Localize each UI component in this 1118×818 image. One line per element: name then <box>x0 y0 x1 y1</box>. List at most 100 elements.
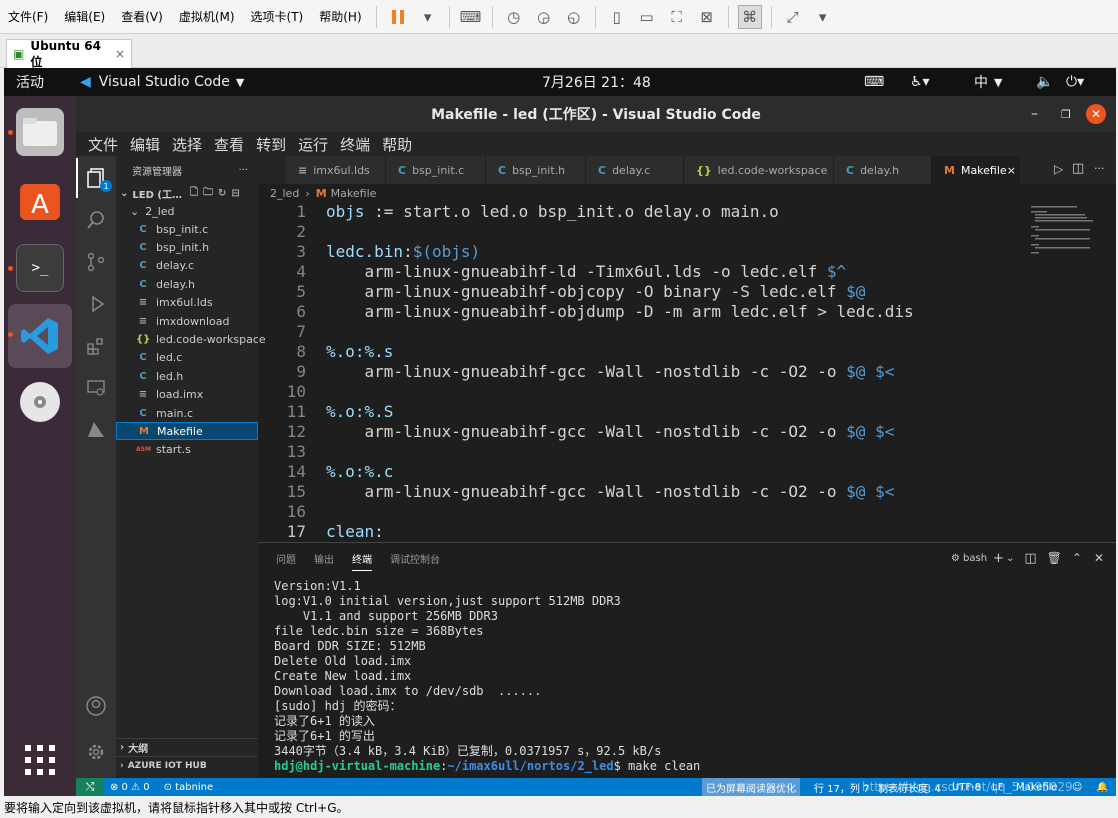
terminal-shell-select[interactable]: bash <box>963 553 987 564</box>
breadcrumb-file[interactable]: Makefile <box>331 187 377 200</box>
remote-explorer-icon[interactable] <box>76 368 116 408</box>
refresh-icon[interactable]: ↻ <box>218 188 226 199</box>
file-item[interactable]: ≡ load.imx <box>116 386 258 404</box>
pause-icon[interactable] <box>386 5 410 29</box>
menu-edit[interactable]: 编辑 <box>124 134 166 155</box>
run-debug-icon[interactable] <box>76 284 116 324</box>
dvd-drive-icon[interactable] <box>16 378 64 426</box>
file-item[interactable]: Cbsp_init.h <box>116 238 258 256</box>
snapshot-manager-icon[interactable]: ◵ <box>562 5 586 29</box>
menu-help[interactable]: 帮助 <box>376 134 418 155</box>
new-file-icon[interactable]: 🗋 <box>190 185 198 202</box>
new-folder-icon[interactable]: 🗀 <box>203 185 213 202</box>
editor-tab[interactable]: M Makefile × <box>932 156 1020 184</box>
chevron-up-icon[interactable]: ⌃ <box>1072 551 1082 565</box>
file-item[interactable]: Cled.c <box>116 349 258 367</box>
file-item[interactable]: Cled.h <box>116 367 258 385</box>
editor-tab[interactable]: {} led.code-workspace <box>684 156 834 184</box>
close-icon[interactable]: × <box>1007 164 1016 177</box>
notifications-icon[interactable]: 🔔 <box>1096 782 1108 793</box>
outline-section[interactable]: › 大纲 <box>116 738 258 756</box>
run-icon[interactable]: ▷ <box>1054 162 1063 176</box>
extensions-icon[interactable] <box>76 326 116 366</box>
breadcrumb-folder[interactable]: 2_led <box>270 187 299 200</box>
settings-gear-icon[interactable] <box>76 732 116 772</box>
app-menu[interactable]: Visual Studio Code <box>99 74 230 90</box>
editor-tab[interactable]: Cdelay.h <box>834 156 932 184</box>
close-icon[interactable]: × <box>115 47 125 61</box>
file-item[interactable]: Cmain.c <box>116 404 258 422</box>
tab-terminal[interactable]: 终端 <box>352 551 372 571</box>
more-actions-icon[interactable]: ··· <box>238 165 248 176</box>
source-control-icon[interactable] <box>76 242 116 282</box>
send-ctrl-alt-del-icon[interactable]: ⌨ <box>459 5 483 29</box>
chevron-down-icon[interactable]: ▼ <box>236 76 244 89</box>
menu-run[interactable]: 运行 <box>292 134 334 155</box>
unity-icon[interactable]: ⊠ <box>695 5 719 29</box>
collapse-all-icon[interactable]: ⊟ <box>231 188 239 199</box>
files-app-icon[interactable] <box>16 108 64 156</box>
trash-icon[interactable]: 🗑 <box>1047 551 1062 565</box>
menu-terminal[interactable]: 终端 <box>334 134 376 155</box>
tabnine-status[interactable]: ⊙ tabnine <box>164 782 214 793</box>
power-icon[interactable]: ⏻▾ <box>1066 74 1084 90</box>
vm-menu-edit[interactable]: 编辑(E) <box>56 8 113 25</box>
split-terminal-icon[interactable]: ◫ <box>1024 551 1036 566</box>
keyboard-icon[interactable]: ⌨ <box>864 74 884 90</box>
editor-tab[interactable]: Cbsp_init.h <box>486 156 586 184</box>
fullscreen-icon[interactable]: ⛶ <box>665 5 689 29</box>
menu-file[interactable]: 文件 <box>82 134 124 155</box>
terminal-app-icon[interactable]: >_ <box>16 244 64 292</box>
file-item[interactable]: Cdelay.c <box>116 257 258 275</box>
minimize-icon[interactable]: – <box>1031 106 1038 122</box>
workspace-root[interactable]: ⌄ LED (工… 🗋 🗀 ↻ ⊟ <box>116 184 258 202</box>
input-method[interactable]: 中 <box>974 72 988 92</box>
file-item[interactable]: {} led.code-workspace <box>116 330 266 348</box>
volume-icon[interactable]: 🔈 <box>1036 74 1053 90</box>
chevron-down-icon[interactable]: ▾ <box>811 5 835 29</box>
accessibility-icon[interactable]: ♿▾ <box>910 74 930 90</box>
tab-debug-console[interactable]: 调试控制台 <box>390 551 440 566</box>
software-app-icon[interactable]: A <box>16 176 64 224</box>
vm-menu-vm[interactable]: 虚拟机(M) <box>171 8 243 25</box>
remote-indicator-icon[interactable]: ⤭ <box>76 778 104 796</box>
file-item[interactable]: ≡ imxdownload <box>116 312 258 330</box>
editor-tab[interactable]: Cdelay.c <box>586 156 684 184</box>
vm-menu-help[interactable]: 帮助(H) <box>311 8 369 25</box>
vm-tab-ubuntu[interactable]: ▣ Ubuntu 64 位 × <box>6 39 132 69</box>
menu-view[interactable]: 查看 <box>208 134 250 155</box>
activities-button[interactable]: 活动 <box>16 72 76 92</box>
feedback-icon[interactable]: ☺ <box>1072 782 1082 793</box>
clock[interactable]: 7月26日 21：48 <box>542 72 651 92</box>
editor-tab[interactable]: Cbsp_init.c <box>386 156 486 184</box>
maximize-icon[interactable]: ❐ <box>1061 108 1071 121</box>
vm-menu-view[interactable]: 查看(V) <box>113 8 171 25</box>
screen-reader-status[interactable]: 已为屏幕阅读器优化 <box>702 778 800 796</box>
editor-tab[interactable]: ≡ imx6ul.lds <box>286 156 386 184</box>
revert-snapshot-icon[interactable]: ◶ <box>532 5 556 29</box>
file-item[interactable]: M Makefile <box>116 422 258 441</box>
folder-2-led[interactable]: ⌄ 2_led <box>116 202 258 220</box>
explorer-icon[interactable]: 1 <box>76 158 116 198</box>
problems-status[interactable]: ⊗ 0 ⚠ 0 <box>110 782 150 793</box>
menu-go[interactable]: 转到 <box>250 134 292 155</box>
terminal-icon[interactable]: ⌘ <box>737 4 762 29</box>
minimap[interactable] <box>1031 204 1101 254</box>
sidebar-toggle-icon[interactable]: ▯ <box>605 5 629 29</box>
file-item[interactable]: ASM start.s <box>116 441 258 459</box>
more-actions-icon[interactable]: ··· <box>1094 162 1105 175</box>
file-item[interactable]: ≡ imx6ul.lds <box>116 294 258 312</box>
terminal-output[interactable]: Version:V1.1 log:V1.0 initial version,jus… <box>274 579 1104 774</box>
chevron-down-icon[interactable]: ▾ <box>416 5 440 29</box>
show-apps-icon[interactable] <box>16 736 64 784</box>
tab-problems[interactable]: 问题 <box>276 551 296 566</box>
close-panel-icon[interactable]: ✕ <box>1094 551 1104 565</box>
console-view-icon[interactable]: ▭ <box>635 5 659 29</box>
snapshot-icon[interactable]: ◷ <box>502 5 526 29</box>
stretch-icon[interactable]: ⤢ <box>781 5 805 29</box>
close-icon[interactable]: ✕ <box>1086 104 1106 124</box>
vm-menu-tabs[interactable]: 选项卡(T) <box>243 8 312 25</box>
new-terminal-icon[interactable]: + <box>993 551 1004 566</box>
account-icon[interactable] <box>76 686 116 726</box>
azure-icon[interactable] <box>76 410 116 450</box>
